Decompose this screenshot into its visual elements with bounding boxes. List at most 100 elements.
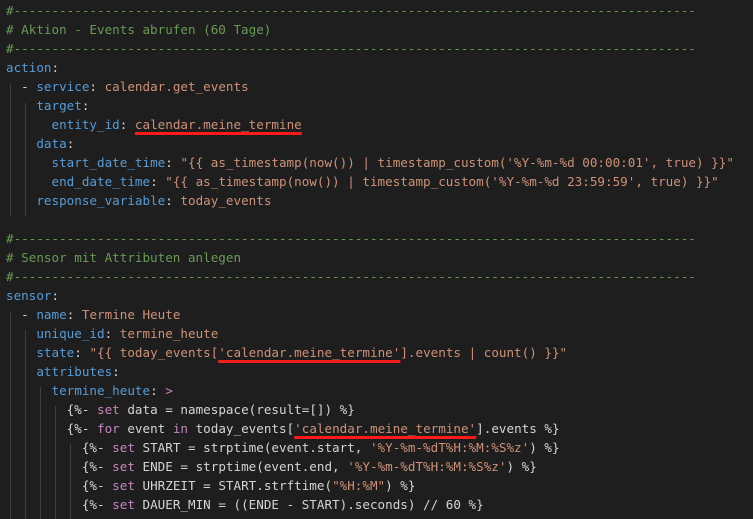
- code-token: end_date_time: [51, 174, 151, 189]
- code-line: unique_id: termine_heute: [6, 324, 218, 343]
- code-token: -: [6, 307, 37, 322]
- code-token: entity_id: [51, 117, 120, 132]
- code-token: start_date_time: [51, 155, 166, 170]
- code-line: {%- set UHRZEIT = START.strftime("%H:%M"…: [6, 476, 416, 495]
- code-token: for: [97, 421, 120, 436]
- code-token: :: [119, 117, 135, 132]
- code-token: DAUER_MIN = ((ENDE - START).seconds) // …: [134, 497, 484, 512]
- code-line: # Sensor mit Attributen anlegen: [6, 248, 241, 267]
- code-token: :: [165, 193, 181, 208]
- code-line: {%- for event in today_events['calendar.…: [6, 419, 560, 438]
- code-token: {%-: [81, 478, 113, 493]
- code-token: response_variable: [36, 193, 166, 208]
- code-token: attributes: [36, 364, 113, 379]
- code-token: termine_heute: [119, 326, 219, 341]
- code-line: action:: [6, 58, 59, 77]
- code-line: #---------------------------------------…: [6, 267, 696, 286]
- code-token: "{{ as_timestamp(now()) | timestamp_cust…: [165, 174, 719, 189]
- code-token: data = namespace(result=[]) %}: [119, 402, 355, 417]
- code-token: >: [165, 383, 173, 398]
- code-line: #---------------------------------------…: [6, 39, 696, 58]
- code-token: :: [51, 288, 60, 303]
- code-token: {%-: [81, 440, 113, 455]
- code-token: "{{ as_timestamp(now()) | timestamp_cust…: [180, 155, 734, 170]
- code-token: :: [66, 307, 82, 322]
- code-line: {%- set START = strptime(event.start, '%…: [6, 438, 560, 457]
- code-token: #---------------------------------------…: [6, 3, 696, 18]
- code-token: set: [112, 497, 135, 512]
- code-line: # Aktion - Events abrufen (60 Tage): [6, 20, 271, 39]
- code-line: response_variable: today_events: [6, 191, 271, 210]
- code-token: calendar.get_events: [104, 79, 249, 94]
- code-token: :: [74, 345, 90, 360]
- code-token: :: [150, 383, 166, 398]
- code-token: "{{ today_events[: [89, 345, 219, 360]
- code-token: #---------------------------------------…: [6, 231, 696, 246]
- code-line: end_date_time: "{{ as_timestamp(now()) |…: [6, 172, 719, 191]
- code-line: data:: [6, 134, 74, 153]
- code-token: -: [6, 79, 37, 94]
- code-line: {%- set DAUER_MIN = ((ENDE - START).seco…: [6, 495, 484, 514]
- code-token: today_events: [180, 193, 272, 208]
- code-token: # Aktion - Events abrufen (60 Tage): [6, 22, 272, 37]
- code-token: target: [36, 98, 82, 113]
- code-token: :: [66, 136, 75, 151]
- highlighted-token: 'calendar.meine_termine': [218, 345, 401, 360]
- code-token: today_events[: [188, 421, 295, 436]
- code-token: ].events | count() }}": [400, 345, 568, 360]
- code-line: - name: Termine Heute: [6, 305, 180, 324]
- code-token: '%Y-%m-%dT%H:%M:%S%z': [347, 459, 507, 474]
- code-token: state: [36, 345, 75, 360]
- code-token: set: [112, 459, 135, 474]
- code-token: ) %}: [385, 478, 416, 493]
- code-token: # Sensor mit Attributen anlegen: [6, 250, 242, 265]
- code-token: #---------------------------------------…: [6, 41, 696, 56]
- code-token: :: [81, 98, 90, 113]
- code-token: event: [119, 421, 173, 436]
- code-token: action: [6, 60, 52, 75]
- code-token: set: [112, 478, 135, 493]
- code-token: data: [36, 136, 67, 151]
- code-token: ) %}: [506, 459, 537, 474]
- code-token: :: [112, 364, 120, 379]
- code-token: name: [36, 307, 67, 322]
- code-token: sensor: [6, 288, 52, 303]
- code-token: termine_heute: [51, 383, 151, 398]
- code-token: {%-: [66, 421, 98, 436]
- code-token: in: [172, 421, 189, 436]
- code-line: - service: calendar.get_events: [6, 77, 249, 96]
- code-line: state: "{{ today_events['calendar.meine_…: [6, 343, 567, 362]
- code-token: :: [150, 174, 166, 189]
- code-token: ].events %}: [476, 421, 560, 436]
- code-token: Termine Heute: [81, 307, 181, 322]
- code-token: service: [36, 79, 90, 94]
- code-line: start_date_time: "{{ as_timestamp(now())…: [6, 153, 734, 172]
- code-token: :: [89, 79, 105, 94]
- code-line: attributes:: [6, 362, 120, 381]
- highlighted-token: calendar.meine_termine: [134, 117, 302, 132]
- code-token: UHRZEIT = START.strftime(: [134, 478, 333, 493]
- code-token: '%Y-%m-%dT%H:%M:%S%z': [369, 440, 530, 455]
- code-token: ENDE = strptime(event.end,: [134, 459, 348, 474]
- code-token: :: [104, 326, 120, 341]
- code-line: {%- set ENDE = strptime(event.end, '%Y-%…: [6, 457, 537, 476]
- code-editor[interactable]: #---------------------------------------…: [0, 0, 753, 519]
- code-token: {%-: [66, 402, 98, 417]
- code-token: :: [165, 155, 181, 170]
- code-line: {%- set data = namespace(result=[]) %}: [6, 400, 355, 419]
- code-line: sensor:: [6, 286, 59, 305]
